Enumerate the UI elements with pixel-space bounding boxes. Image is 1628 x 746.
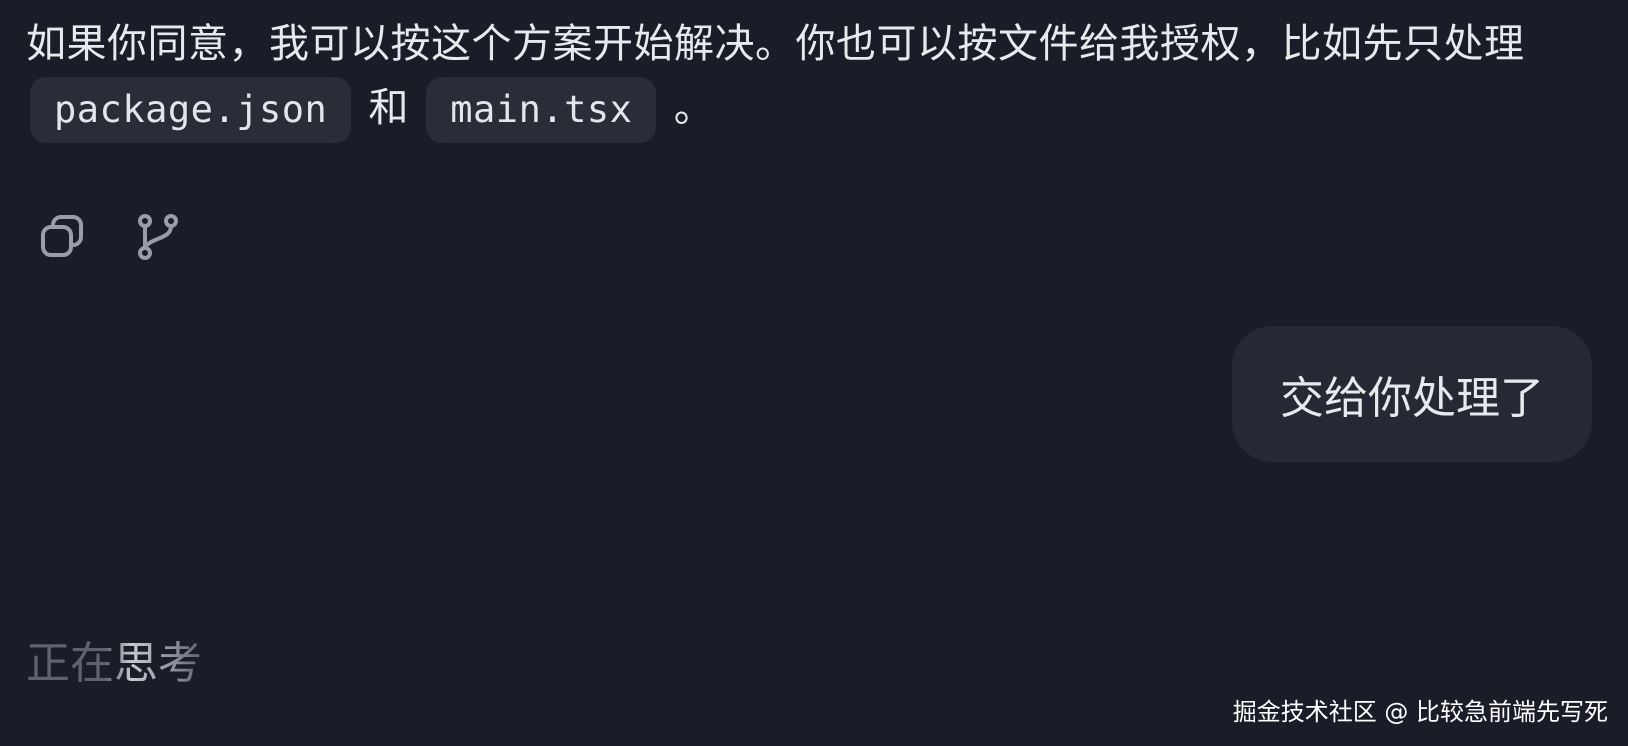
code-chip-package-json: package.json: [30, 77, 352, 143]
copy-button[interactable]: [36, 210, 90, 264]
message-actions: [36, 210, 184, 264]
user-message-bubble: 交给你处理了: [1232, 326, 1592, 462]
copy-icon: [41, 215, 83, 257]
watermark: 掘金技术社区 @ 比较急前端先写死: [1232, 698, 1608, 726]
assistant-message-text: 如果你同意，我可以按这个方案开始解决。你也可以按文件给我授权，比如先只处理: [26, 21, 1525, 67]
branch-icon: [138, 214, 178, 260]
thinking-status: 正在思考: [26, 632, 202, 696]
assistant-message-conjunction: 和: [368, 85, 410, 131]
user-message-text: 交给你处理了: [1280, 373, 1544, 424]
assistant-message: 如果你同意，我可以按这个方案开始解决。你也可以按文件给我授权，比如先只处理 pa…: [26, 12, 1586, 143]
branch-button[interactable]: [130, 210, 184, 264]
code-chip-main-tsx: main.tsx: [426, 77, 657, 143]
assistant-message-period: 。: [673, 85, 715, 131]
